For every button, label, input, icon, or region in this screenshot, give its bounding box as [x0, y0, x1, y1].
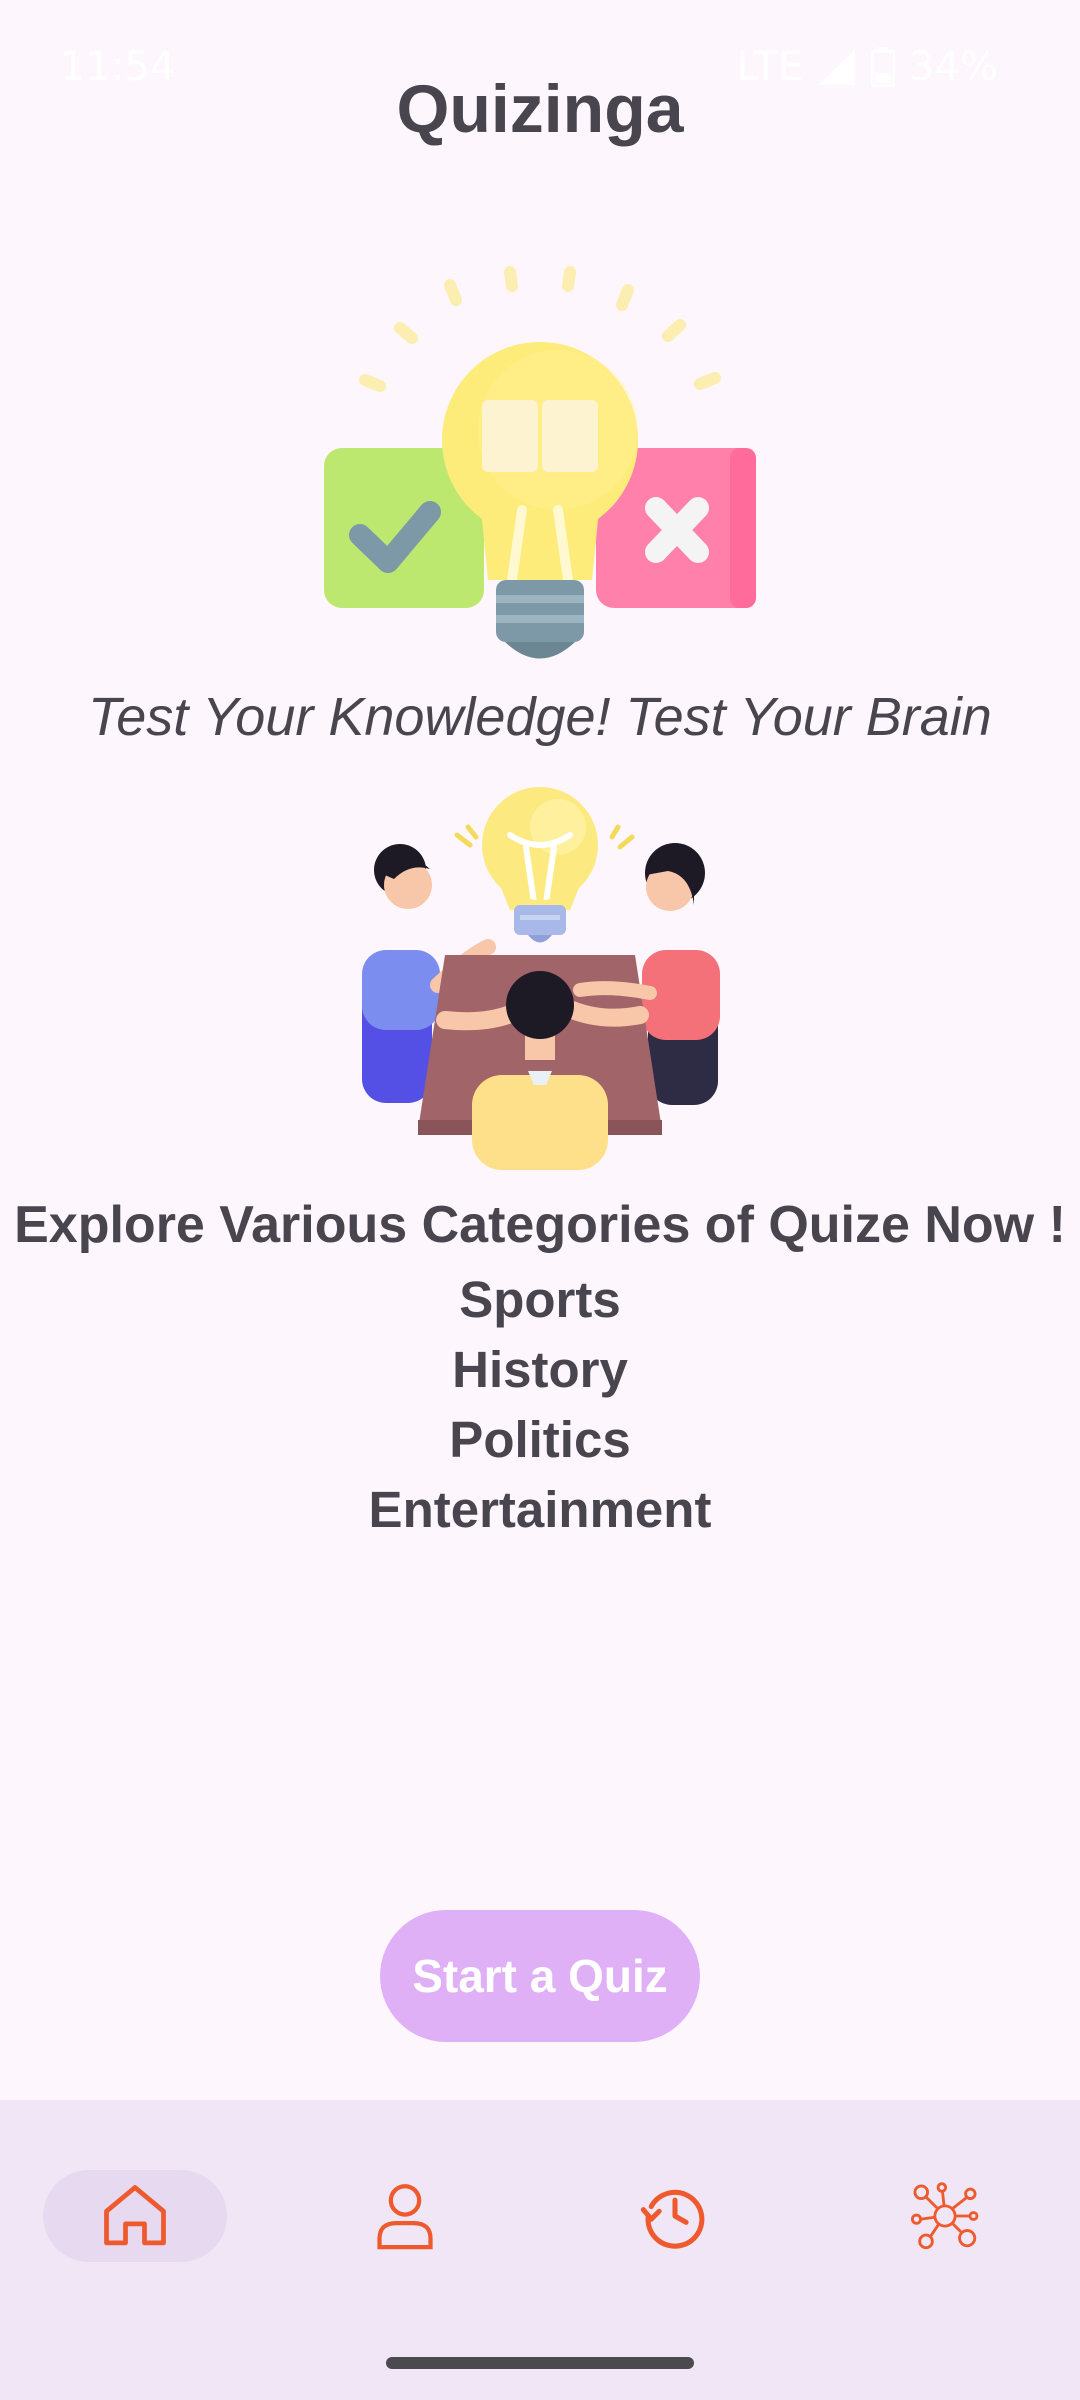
nav-item-history[interactable] — [583, 2170, 767, 2262]
home-indicator[interactable] — [386, 2357, 694, 2369]
explore-heading: Explore Various Categories of Quize Now … — [14, 1196, 1066, 1254]
tagline: Test Your Knowledge! Test Your Brain — [88, 687, 992, 747]
category-list: Sports History Politics Entertainment — [0, 1265, 1080, 1545]
team-brainstorm-illustration — [362, 787, 720, 1170]
lightbulb-quiz-illustration — [324, 266, 756, 659]
nav-item-network[interactable] — [853, 2170, 1037, 2262]
network-icon — [910, 2182, 979, 2250]
nav-item-home[interactable] — [43, 2170, 227, 2262]
start-quiz-button[interactable]: Start a Quiz — [380, 1910, 700, 2042]
category-item: Sports — [459, 1271, 621, 1328]
category-item: History — [452, 1341, 628, 1398]
app-title: Quizinga — [396, 71, 684, 147]
category-item: Entertainment — [368, 1481, 712, 1538]
nav-item-profile[interactable] — [313, 2170, 497, 2262]
profile-icon — [377, 2184, 433, 2250]
history-icon — [640, 2189, 705, 2249]
bottom-navigation — [0, 2100, 1080, 2400]
category-item: Politics — [449, 1411, 631, 1468]
home-icon — [104, 2185, 166, 2246]
